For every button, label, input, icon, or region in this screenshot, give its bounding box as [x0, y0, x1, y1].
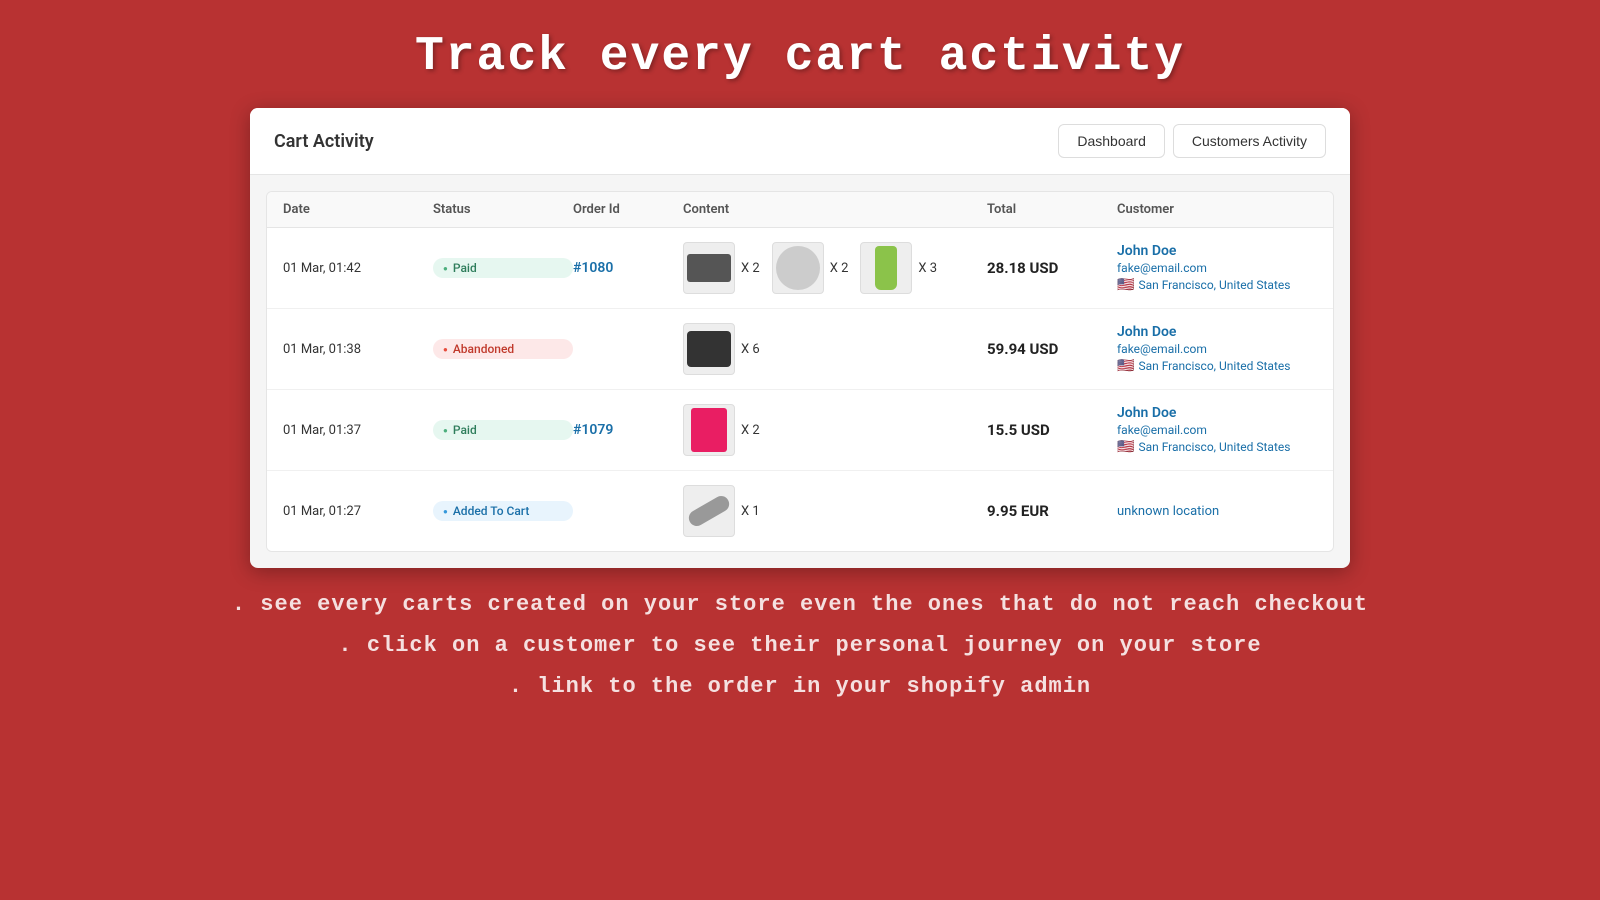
- table-row: 01 Mar, 01:37 Paid #1079 X 2 15.5 USD Jo…: [267, 390, 1333, 471]
- product-tool: [776, 246, 820, 290]
- product-bottle: [875, 246, 897, 290]
- row1-products: X 2 X 2 X 3: [683, 242, 987, 294]
- row1-qty3: X 3: [918, 261, 937, 276]
- product-img: [683, 485, 735, 537]
- row3-status: Paid: [433, 420, 573, 440]
- row4-status: Added To Cart: [433, 501, 573, 521]
- table-row: 01 Mar, 01:42 Paid #1080 X 2 X 2 X 3 28.…: [267, 228, 1333, 309]
- dashboard-button[interactable]: Dashboard: [1058, 124, 1165, 158]
- row1-qty1: X 2: [741, 261, 760, 276]
- row4-products: X 1: [683, 485, 987, 537]
- app-header: Cart Activity Dashboard Customers Activi…: [250, 108, 1350, 175]
- row3-total: 15.5 USD: [987, 421, 1117, 439]
- row3-customer-email[interactable]: fake@email.com: [1117, 423, 1317, 437]
- product-img: [683, 323, 735, 375]
- table-header: Date Status Order Id Content Total Custo…: [267, 192, 1333, 228]
- row1-total: 28.18 USD: [987, 259, 1117, 277]
- row3-products: X 2: [683, 404, 987, 456]
- row3-date: 01 Mar, 01:37: [283, 423, 433, 438]
- row1-customer: John Doe fake@email.com 🇺🇸 San Francisco…: [1117, 243, 1317, 293]
- footer-line3: . link to the order in your shopify admi…: [509, 674, 1091, 699]
- row2-total: 59.94 USD: [987, 340, 1117, 358]
- customers-activity-button[interactable]: Customers Activity: [1173, 124, 1326, 158]
- footer-text: . see every carts created on your store …: [232, 592, 1368, 699]
- row3-customer: John Doe fake@email.com 🇺🇸 San Francisco…: [1117, 405, 1317, 455]
- col-content: Content: [683, 202, 987, 217]
- row4-customer: unknown location: [1117, 504, 1317, 519]
- row2-location: 🇺🇸 San Francisco, United States: [1117, 358, 1317, 374]
- flag-icon: 🇺🇸: [1117, 358, 1134, 374]
- table-row: 01 Mar, 01:27 Added To Cart X 1 9.95 EUR…: [267, 471, 1333, 551]
- product-img: [683, 242, 735, 294]
- row2-location-link[interactable]: San Francisco, United States: [1138, 359, 1290, 373]
- row3-order-id[interactable]: #1079: [573, 422, 683, 438]
- row4-qty1: X 1: [741, 504, 760, 519]
- col-date: Date: [283, 202, 433, 217]
- row1-date: 01 Mar, 01:42: [283, 261, 433, 276]
- footer-line2: . click on a customer to see their perso…: [338, 633, 1261, 658]
- col-status: Status: [433, 202, 573, 217]
- row2-qty1: X 6: [741, 342, 760, 357]
- row1-customer-email[interactable]: fake@email.com: [1117, 261, 1317, 275]
- col-total: Total: [987, 202, 1117, 217]
- row1-qty2: X 2: [830, 261, 849, 276]
- header-buttons: Dashboard Customers Activity: [1058, 124, 1326, 158]
- row1-customer-name[interactable]: John Doe: [1117, 243, 1317, 259]
- flag-icon: 🇺🇸: [1117, 439, 1134, 455]
- product-thin-tool: [686, 493, 732, 529]
- row1-order-id[interactable]: #1080: [573, 260, 683, 276]
- row1-status: Paid: [433, 258, 573, 278]
- flag-icon: 🇺🇸: [1117, 277, 1134, 293]
- product-img: [683, 404, 735, 456]
- table-row: 01 Mar, 01:38 Abandoned X 6 59.94 USD Jo…: [267, 309, 1333, 390]
- product-dark-rect: [687, 254, 731, 282]
- row3-qty1: X 2: [741, 423, 760, 438]
- row4-date: 01 Mar, 01:27: [283, 504, 433, 519]
- row3-customer-name[interactable]: John Doe: [1117, 405, 1317, 421]
- product-camera: [687, 331, 731, 367]
- footer-line1: . see every carts created on your store …: [232, 592, 1368, 617]
- app-window: Cart Activity Dashboard Customers Activi…: [250, 108, 1350, 568]
- row2-date: 01 Mar, 01:38: [283, 342, 433, 357]
- row2-customer-name[interactable]: John Doe: [1117, 324, 1317, 340]
- product-img: [772, 242, 824, 294]
- product-img: [860, 242, 912, 294]
- cart-table: Date Status Order Id Content Total Custo…: [266, 191, 1334, 552]
- product-card: [691, 408, 727, 452]
- row2-products: X 6: [683, 323, 987, 375]
- row3-location-link[interactable]: San Francisco, United States: [1138, 440, 1290, 454]
- row4-unknown-location[interactable]: unknown location: [1117, 504, 1317, 519]
- row1-location-link[interactable]: San Francisco, United States: [1138, 278, 1290, 292]
- page-title: Track every cart activity: [415, 30, 1185, 84]
- col-customer: Customer: [1117, 202, 1317, 217]
- row2-status: Abandoned: [433, 339, 573, 359]
- app-title: Cart Activity: [274, 131, 374, 152]
- row4-total: 9.95 EUR: [987, 502, 1117, 520]
- col-order-id: Order Id: [573, 202, 683, 217]
- row1-location: 🇺🇸 San Francisco, United States: [1117, 277, 1317, 293]
- row2-customer: John Doe fake@email.com 🇺🇸 San Francisco…: [1117, 324, 1317, 374]
- row3-location: 🇺🇸 San Francisco, United States: [1117, 439, 1317, 455]
- row2-customer-email[interactable]: fake@email.com: [1117, 342, 1317, 356]
